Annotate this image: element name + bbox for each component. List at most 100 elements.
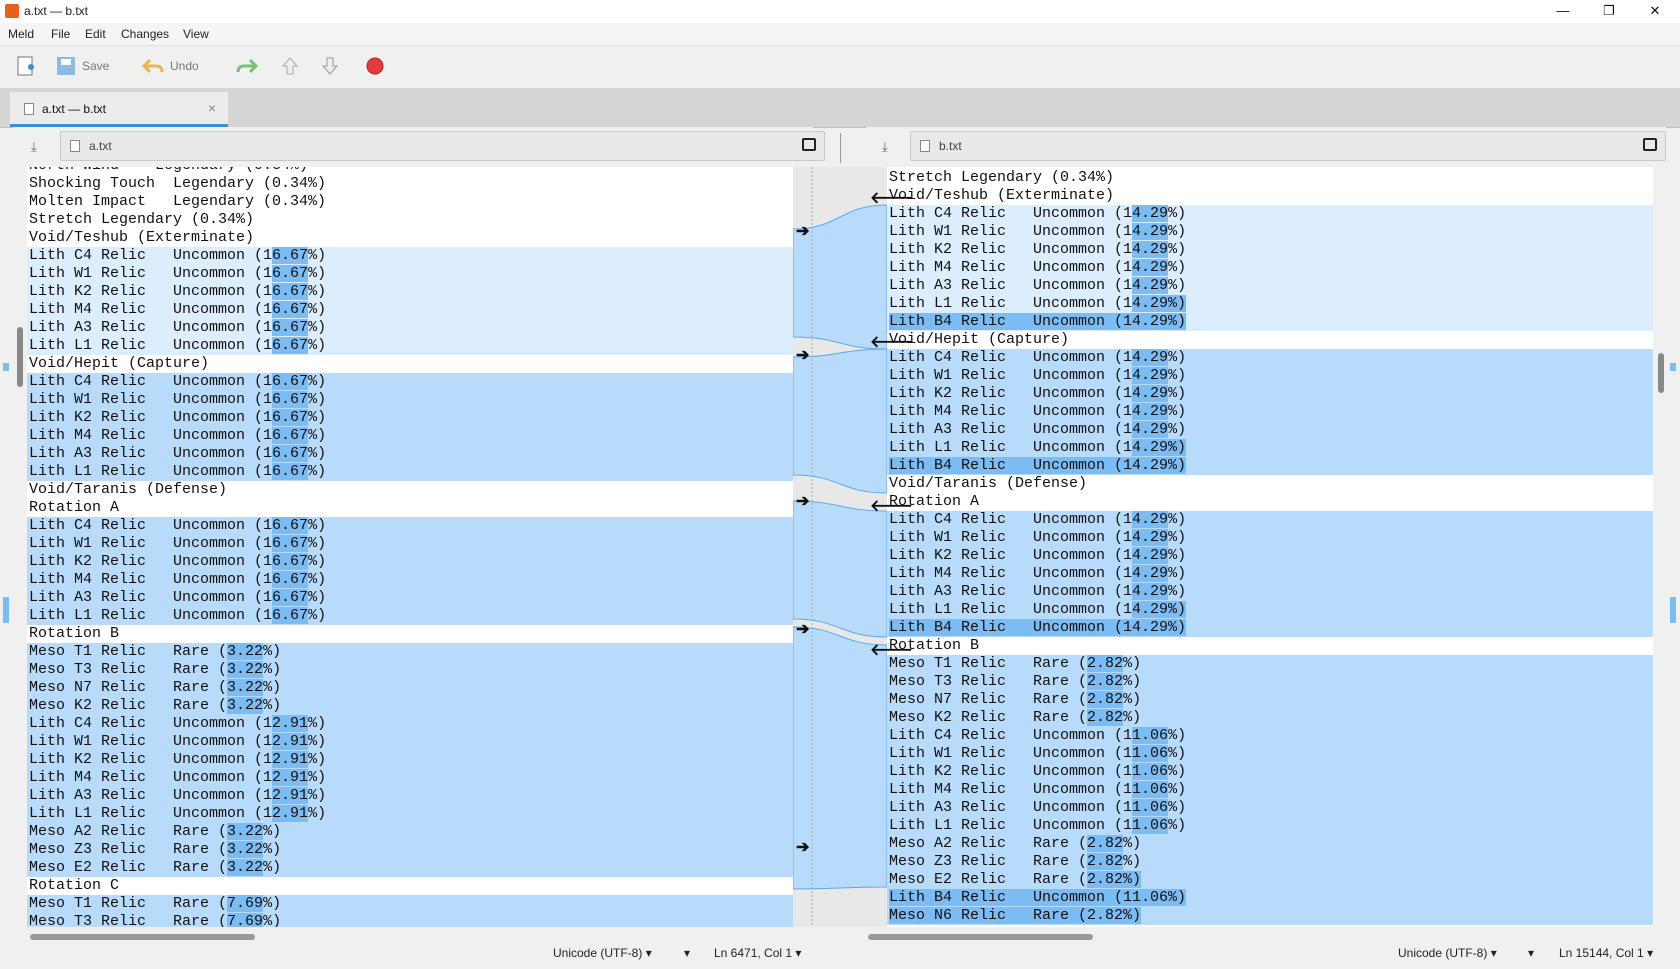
tab-comparison[interactable]: a.txt — b.txt × [10,92,228,127]
diff-line[interactable]: Lith M4 Relic Uncommon (11.06%) [887,781,1653,799]
left-file-path[interactable]: a.txt [60,131,825,161]
diff-line[interactable]: Lith M4 Relic Uncommon (16.67%) [27,571,793,589]
diff-line[interactable]: Lith W1 Relic Uncommon (12.91%) [27,733,793,751]
diff-line[interactable]: Lith A3 Relic Uncommon (16.67%) [27,445,793,463]
diff-line[interactable]: Lith K2 Relic Uncommon (16.67%) [27,283,793,301]
diff-line[interactable]: Lith W1 Relic Uncommon (14.29%) [887,223,1653,241]
right-cursor-position[interactable]: Ln 15144, Col 1 ▾ [1559,946,1653,960]
left-encoding-select[interactable]: Unicode (UTF-8) ▾ [553,946,652,960]
diff-line[interactable]: Void/Taranis (Defense) [887,475,1653,493]
diff-line[interactable]: Stretch Legendary (0.34%) [27,211,793,229]
diff-line[interactable]: Lith L1 Relic Uncommon (16.67%) [27,463,793,481]
diff-line[interactable]: Lith K2 Relic Uncommon (16.67%) [27,409,793,427]
right-download-icon[interactable]: ⤓ [882,139,896,154]
diff-line[interactable]: Void/Teshub (Exterminate) [887,187,1653,205]
diff-line[interactable]: Lith M4 Relic Uncommon (14.29%) [887,565,1653,583]
left-lang-dropdown[interactable]: ▾ [684,946,690,960]
diff-line[interactable]: Lith C4 Relic Uncommon (16.67%) [27,517,793,535]
menu-view[interactable]: View [183,27,209,41]
push-right-arrow-icon[interactable]: ➔ [796,491,809,511]
left-hscroll-thumb[interactable] [30,934,255,940]
diff-line[interactable]: Lith A3 Relic Uncommon (16.67%) [27,319,793,337]
diff-line[interactable]: Lith B4 Relic Uncommon (14.29%) [887,313,1653,331]
diff-line[interactable]: Meso E2 Relic Rare (3.22%) [27,859,793,877]
menu-edit[interactable]: Edit [85,27,106,41]
diff-line[interactable]: Lith M4 Relic Uncommon (12.91%) [27,769,793,787]
diff-line[interactable]: Rotation A [27,499,793,517]
diff-line[interactable]: Lith K2 Relic Uncommon (12.91%) [27,751,793,769]
diff-line[interactable]: Lith B4 Relic Uncommon (14.29%) [887,619,1653,637]
diff-line[interactable]: Meso E2 Relic Rare (2.82%) [887,871,1653,889]
diff-line[interactable]: Lith W1 Relic Uncommon (14.29%) [887,367,1653,385]
diff-line[interactable]: Void/Hepit (Capture) [887,331,1653,349]
undo-button[interactable]: Undo [142,54,199,78]
diff-line[interactable]: North Wind Legendary (0.34%) [27,167,793,175]
diff-line[interactable]: Lith K2 Relic Uncommon (14.29%) [887,385,1653,403]
diff-line[interactable]: Lith K2 Relic Uncommon (14.29%) [887,241,1653,259]
diff-line[interactable]: Meso T1 Relic Rare (2.82%) [887,655,1653,673]
tab-close-icon[interactable]: × [208,100,216,116]
left-scroll-thumb[interactable] [17,327,23,387]
diff-line[interactable]: Meso T1 Relic Rare (7.69%) [27,895,793,913]
push-left-arrow-icon[interactable]: 🡐 [870,187,913,208]
right-overview-bar[interactable] [1656,167,1680,927]
push-right-arrow-icon[interactable]: ➔ [796,619,809,639]
diff-line[interactable]: Lith A3 Relic Uncommon (14.29%) [887,277,1653,295]
diff-line[interactable]: Lith W1 Relic Uncommon (16.67%) [27,535,793,553]
diff-line[interactable]: Void/Teshub (Exterminate) [27,229,793,247]
diff-line[interactable]: Lith K2 Relic Uncommon (16.67%) [27,553,793,571]
next-change-button[interactable] [320,54,340,78]
diff-line[interactable]: Lith B4 Relic Uncommon (11.06%) [887,889,1653,907]
redo-button[interactable] [236,54,258,78]
diff-line[interactable]: Lith M4 Relic Uncommon (14.29%) [887,259,1653,277]
diff-line[interactable]: Stretch Legendary (0.34%) [887,169,1653,187]
right-save-icon[interactable] [1643,138,1657,151]
diff-line[interactable]: Lith W1 Relic Uncommon (16.67%) [27,265,793,283]
diff-line[interactable]: Lith C4 Relic Uncommon (14.29%) [887,511,1653,529]
push-left-arrow-icon[interactable]: 🡐 [870,331,913,352]
left-save-icon[interactable] [802,138,816,151]
diff-line[interactable]: Lith L1 Relic Uncommon (16.67%) [27,607,793,625]
diff-line[interactable]: Meso N6 Relic Rare (2.82%) [887,907,1653,925]
diff-line[interactable]: Rotation A [887,493,1653,511]
diff-line[interactable]: Lith K2 Relic Uncommon (11.06%) [887,763,1653,781]
diff-line[interactable]: Lith C4 Relic Uncommon (16.67%) [27,247,793,265]
diff-line[interactable]: Lith M4 Relic Uncommon (14.29%) [887,403,1653,421]
menu-file[interactable]: File [51,27,70,41]
diff-line[interactable]: Lith L1 Relic Uncommon (14.29%) [887,295,1653,313]
diff-line[interactable]: Lith M4 Relic Uncommon (16.67%) [27,301,793,319]
diff-line[interactable]: Lith L1 Relic Uncommon (12.91%) [27,805,793,823]
push-right-arrow-icon[interactable]: ➔ [796,837,809,857]
right-text-pane[interactable]: Stretch Legendary (0.34%) Void/Teshub (Ex… [887,167,1653,927]
menu-changes[interactable]: Changes [121,27,169,41]
diff-line[interactable]: Lith L1 Relic Uncommon (11.06%) [887,817,1653,835]
diff-line[interactable]: Lith A3 Relic Uncommon (14.29%) [887,421,1653,439]
diff-line[interactable]: Molten Impact Legendary (0.34%) [27,193,793,211]
diff-line[interactable]: Meso T1 Relic Rare (3.22%) [27,643,793,661]
close-window-button[interactable]: ✕ [1632,0,1678,23]
diff-line[interactable]: Meso K2 Relic Rare (3.22%) [27,697,793,715]
right-scroll-thumb[interactable] [1658,353,1664,393]
diff-line[interactable]: Lith L1 Relic Uncommon (14.29%) [887,601,1653,619]
minimize-button[interactable]: — [1540,0,1586,23]
diff-line[interactable]: Meso A2 Relic Rare (2.82%) [887,835,1653,853]
diff-line[interactable]: Lith A3 Relic Uncommon (14.29%) [887,583,1653,601]
push-right-arrow-icon[interactable]: ➔ [796,345,809,365]
diff-line[interactable]: Lith A3 Relic Uncommon (11.06%) [887,799,1653,817]
diff-line[interactable]: Meso N7 Relic Rare (3.22%) [27,679,793,697]
diff-line[interactable]: Lith A3 Relic Uncommon (12.91%) [27,787,793,805]
diff-line[interactable]: Rotation C [27,877,793,895]
push-left-arrow-icon[interactable]: 🡐 [870,639,913,660]
diff-line[interactable]: Meso A2 Relic Rare (3.22%) [27,823,793,841]
diff-line[interactable]: Meso Z3 Relic Rare (3.22%) [27,841,793,859]
diff-line[interactable]: Meso T3 Relic Rare (2.82%) [887,673,1653,691]
diff-line[interactable]: Lith C4 Relic Uncommon (14.29%) [887,205,1653,223]
diff-line[interactable]: Meso K2 Relic Rare (2.82%) [887,709,1653,727]
diff-line[interactable]: Lith C4 Relic Uncommon (11.06%) [887,727,1653,745]
left-cursor-position[interactable]: Ln 6471, Col 1 ▾ [714,946,801,960]
diff-line[interactable]: Meso T3 Relic Rare (7.69%) [27,913,793,927]
right-encoding-select[interactable]: Unicode (UTF-8) ▾ [1398,946,1497,960]
diff-line[interactable]: Meso T3 Relic Rare (3.22%) [27,661,793,679]
diff-line[interactable]: Lith L1 Relic Uncommon (16.67%) [27,337,793,355]
diff-line[interactable]: Lith W1 Relic Uncommon (16.67%) [27,391,793,409]
